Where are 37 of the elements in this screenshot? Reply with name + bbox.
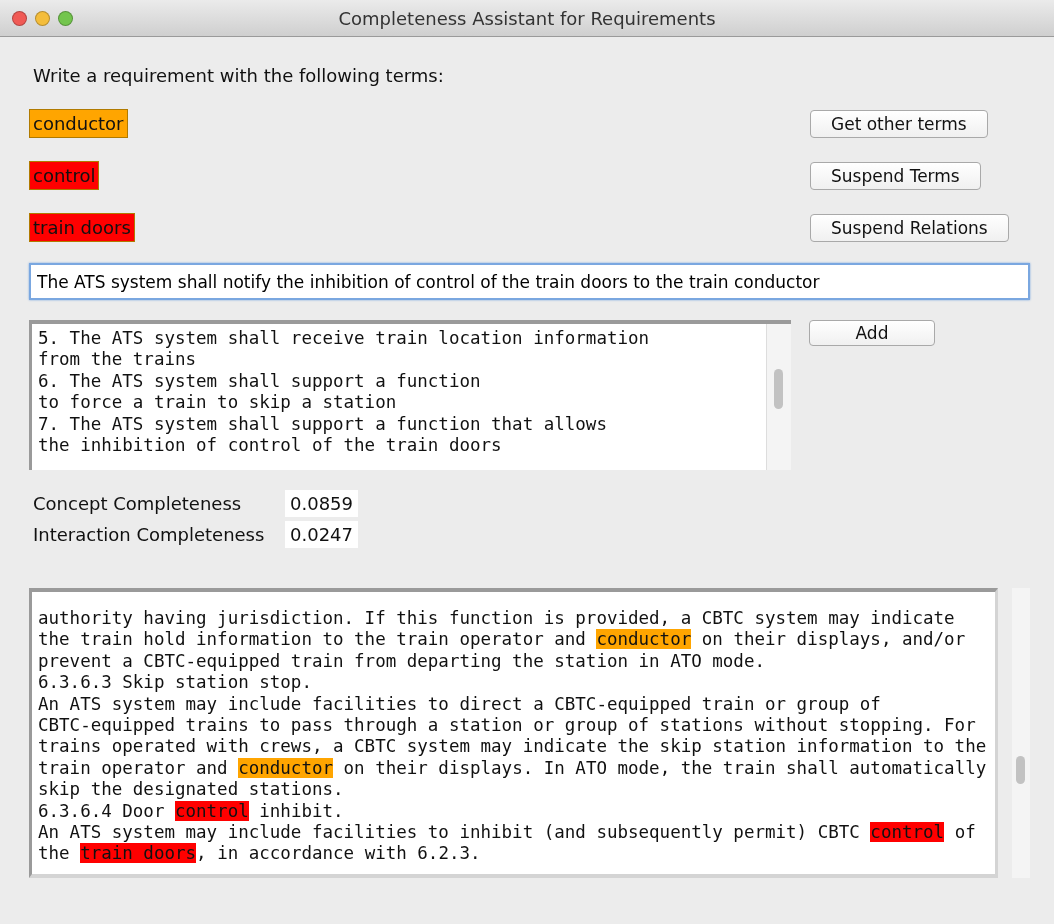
document-line: An ATS system may include facilities to inhibit (and subsequently permit) CBTC control of xyxy=(38,822,977,844)
term-button[interactable]: Suspend Terms xyxy=(810,161,981,190)
document-line: CBTC-equipped trains to pass through a station or group of stations without stopping. For xyxy=(38,715,977,737)
minimize-icon[interactable] xyxy=(35,10,50,26)
term-tag: train doors xyxy=(29,213,135,242)
term-button[interactable]: Suspend Relations xyxy=(810,213,1009,242)
document-line: 6.3.6.3 Skip station stop. xyxy=(38,672,313,694)
requirement-line: to force a train to skip a station xyxy=(38,392,398,414)
document-line: train operator and conductor on their displays. In ATO mode, the train shall automatically xyxy=(38,757,988,780)
term-tag: control xyxy=(29,161,100,190)
document-line: prevent a CBTC-equipped train from departing the station in ATO mode. xyxy=(38,650,766,673)
metric-value: 0.0859 xyxy=(285,490,358,517)
scrollbar-thumb[interactable] xyxy=(1016,756,1026,784)
requirement-line: 7. The ATS system shall support a function that allows xyxy=(38,413,608,436)
document-line: the train hold information to the train operator and conductor on their displays, and/or xyxy=(38,629,967,651)
prompt-text: Write a requirement with the following terms: xyxy=(33,65,445,86)
metric-value: 0.0247 xyxy=(285,521,358,548)
document-line: the train doors, in accordance with 6.2.3. xyxy=(38,843,482,865)
document-line: authority having jurisdiction. If this function is provided, a CBTC system may indicate xyxy=(38,608,956,630)
zoom-icon[interactable] xyxy=(58,10,73,26)
close-icon[interactable] xyxy=(12,10,27,26)
document-line: trains operated with crews, a CBTC system may indicate the skip station information to the xyxy=(38,736,988,758)
document-line: An ATS system may include facilities to direct a CBTC-equipped train or group of xyxy=(38,693,882,716)
window-title: Completeness Assistant for Requirements xyxy=(338,7,716,29)
scrollbar-thumb[interactable] xyxy=(774,369,783,409)
metric-label: Interaction Completeness xyxy=(33,524,266,545)
metric-label: Concept Completeness xyxy=(33,493,243,514)
requirement-line: the inhibition of control of the train doors xyxy=(38,435,503,457)
document-line: 6.3.6.4 Door control inhibit. xyxy=(38,800,345,823)
term-tag: conductor xyxy=(29,109,128,138)
add-button[interactable]: Add xyxy=(809,320,935,346)
requirement-input[interactable]: The ATS system shall notify the inhibition of control of the train doors to the train conductor xyxy=(29,263,1030,300)
requirement-line: 6. The ATS system shall support a function xyxy=(38,370,482,393)
requirement-line: 5. The ATS system shall receive train location information xyxy=(38,328,651,350)
term-button[interactable]: Get other terms xyxy=(810,109,988,138)
requirement-line: from the trains xyxy=(38,349,198,371)
document-line: skip the designated stations. xyxy=(38,779,345,801)
